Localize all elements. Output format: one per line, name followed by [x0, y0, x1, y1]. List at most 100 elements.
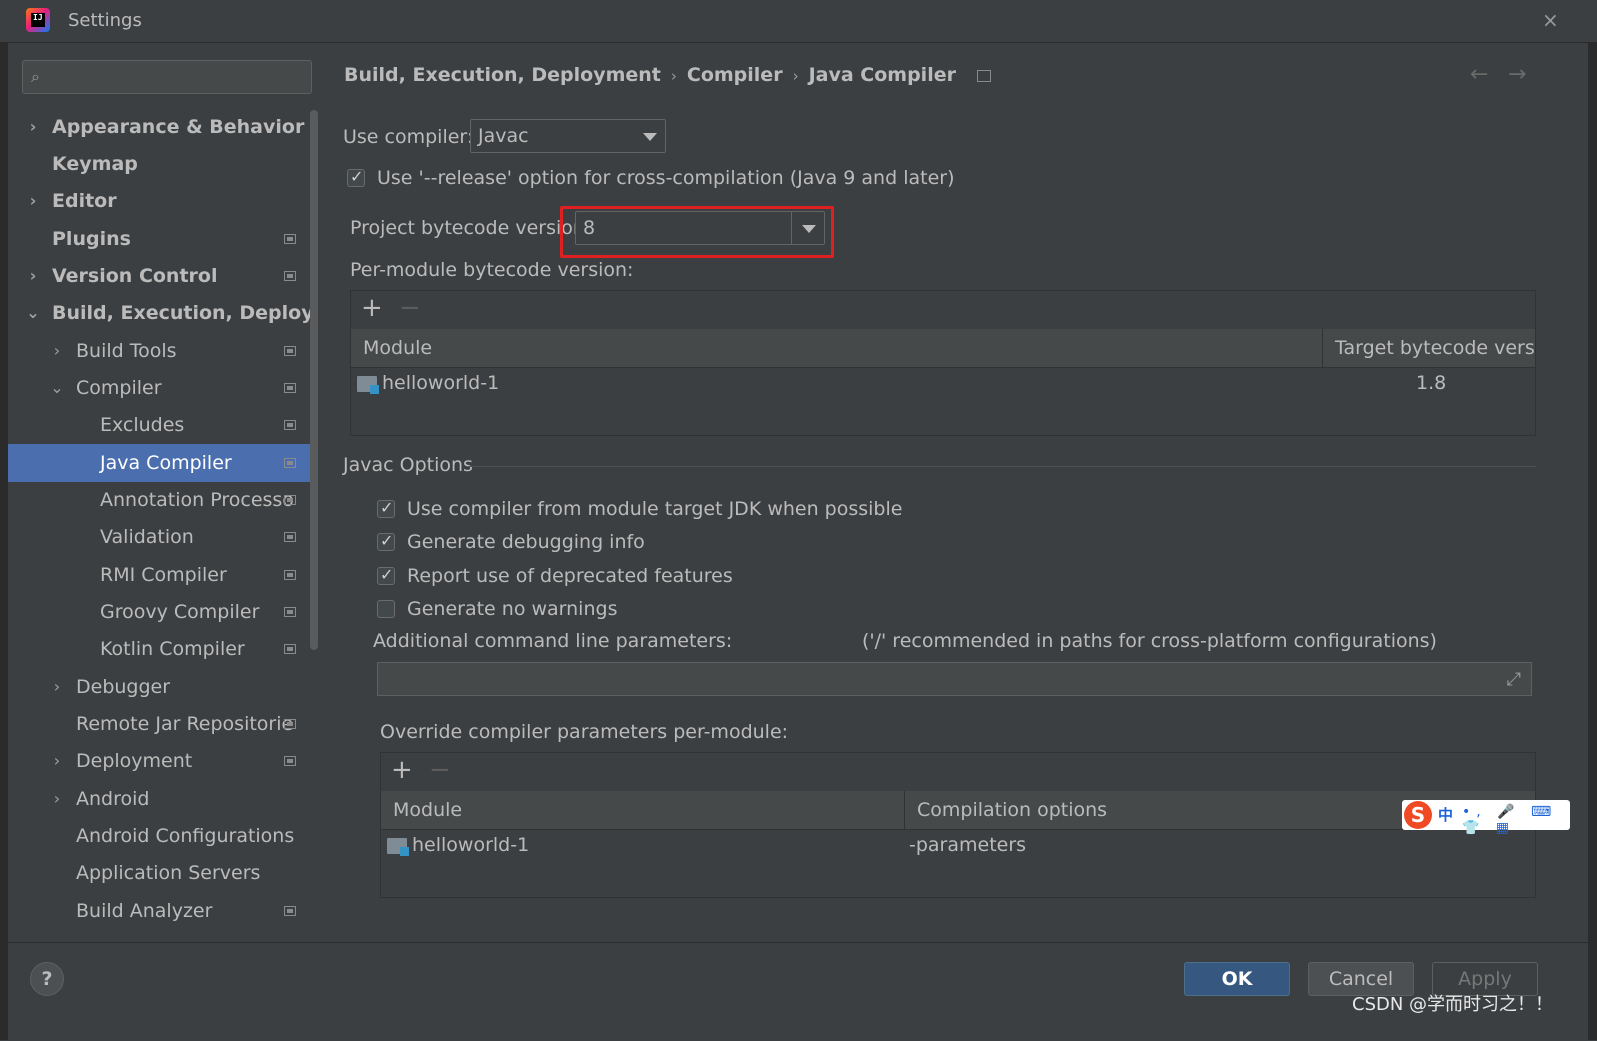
project-settings-icon	[284, 756, 296, 766]
sidebar-item-keymap[interactable]: Keymap	[8, 145, 312, 183]
chevron-down-icon[interactable]: ⌄	[26, 294, 40, 332]
sidebar-item-label: Java Compiler	[100, 452, 232, 474]
option-label: Report use of deprecated features	[407, 565, 733, 587]
use-compiler-dropdown[interactable]: Javac	[470, 119, 666, 153]
sidebar-item-appearance[interactable]: › Appearance & Behavior	[8, 108, 312, 146]
sidebar-item-rmi-compiler[interactable]: RMI Compiler	[8, 556, 312, 594]
sidebar-item-label: Excludes	[100, 414, 185, 436]
sidebar-item-compiler[interactable]: ⌄ Compiler	[8, 369, 312, 407]
background-window-edge-right	[1588, 42, 1597, 1040]
close-icon[interactable]: ×	[1542, 8, 1559, 32]
option-checkbox[interactable]	[377, 565, 395, 585]
sidebar-item-remote-jar-repositories[interactable]: Remote Jar Repositorie	[8, 705, 312, 743]
module-folder-icon	[387, 838, 409, 856]
table-row[interactable]: helloworld-1 1.8	[351, 368, 1535, 402]
option-checkbox[interactable]	[377, 498, 395, 518]
release-option-checkbox[interactable]	[347, 167, 365, 187]
breadcrumb: Build, Execution, Deployment › Compiler › Ja…	[344, 64, 991, 86]
chevron-right-icon[interactable]: ›	[50, 742, 64, 780]
forward-arrow-icon[interactable]: →	[1508, 62, 1526, 87]
help-button[interactable]: ?	[30, 962, 64, 996]
project-settings-icon	[284, 346, 296, 356]
sidebar-item-label: Groovy Compiler	[100, 601, 260, 623]
sidebar-item-label: Kotlin Compiler	[100, 638, 245, 660]
sidebar-item-label: Build Tools	[76, 340, 177, 362]
project-settings-icon	[284, 271, 296, 281]
sidebar-item-build-execution[interactable]: ⌄ Build, Execution, Deployme	[8, 294, 312, 332]
sidebar-item-build-tools[interactable]: › Build Tools	[8, 332, 312, 370]
sidebar-item-label: Validation	[100, 526, 194, 548]
sidebar-item-version-control[interactable]: › Version Control	[8, 257, 312, 295]
table-toolbar: + −	[351, 291, 1535, 330]
option-checkbox[interactable]	[377, 600, 395, 618]
chevron-right-icon[interactable]: ›	[50, 332, 64, 370]
option-checkbox[interactable]	[377, 531, 395, 551]
sidebar-item-label: Debugger	[76, 676, 171, 698]
column-header-module[interactable]: Module	[381, 791, 905, 829]
sidebar-item-label: Deployment	[76, 750, 193, 772]
table-row[interactable]: helloworld-1 -parameters	[381, 830, 1535, 864]
override-params-table: + − Module Compilation options helloworl…	[380, 752, 1536, 898]
chevron-right-icon[interactable]: ›	[50, 780, 64, 818]
table-header: Module Target bytecode versi...	[351, 329, 1535, 368]
project-settings-icon	[976, 69, 991, 82]
module-name: helloworld-1	[382, 372, 500, 394]
column-header-module[interactable]: Module	[351, 329, 1323, 367]
remove-icon: −	[399, 293, 421, 323]
sidebar-item-android-configurations[interactable]: Android Configurations	[8, 817, 312, 855]
highlight-annotation-box	[560, 206, 834, 258]
sidebar-item-editor[interactable]: › Editor	[8, 182, 312, 220]
sidebar-item-excludes[interactable]: Excludes	[8, 406, 312, 444]
sidebar-item-plugins[interactable]: Plugins	[8, 220, 312, 258]
sidebar-item-application-servers[interactable]: Application Servers	[8, 854, 312, 892]
project-settings-icon	[284, 570, 296, 580]
expand-icon[interactable]: ⤢	[1507, 669, 1521, 690]
sidebar-item-deployment[interactable]: › Deployment	[8, 742, 312, 780]
chevron-right-icon[interactable]: ›	[26, 257, 40, 295]
sidebar-scrollbar[interactable]	[310, 110, 318, 650]
sidebar-item-label: Version Control	[52, 265, 218, 287]
additional-params-input[interactable]: ⤢	[377, 662, 1532, 696]
sidebar-item-kotlin-compiler[interactable]: Kotlin Compiler	[8, 630, 312, 668]
ime-language-indicator[interactable]: 中	[1438, 804, 1453, 825]
sidebar-item-label: Appearance & Behavior	[52, 116, 305, 138]
settings-search-input[interactable]: ⌕	[22, 60, 312, 94]
chevron-right-icon[interactable]: ›	[26, 182, 40, 220]
sidebar-item-build-analyzer[interactable]: Build Analyzer	[8, 892, 312, 930]
use-compiler-value: Javac	[478, 125, 529, 147]
breadcrumb-item[interactable]: Build, Execution, Deployment	[344, 64, 661, 86]
remove-icon: −	[429, 755, 451, 785]
sidebar-item-label: Android Configurations	[76, 825, 295, 847]
chevron-right-icon[interactable]: ›	[50, 668, 64, 706]
sidebar-item-debugger[interactable]: › Debugger	[8, 668, 312, 706]
sidebar-item-annotation-processors[interactable]: Annotation Processo	[8, 481, 312, 519]
sidebar-item-label: Plugins	[52, 228, 131, 250]
ok-button[interactable]: OK	[1184, 962, 1290, 996]
chevron-down-icon[interactable]: ⌄	[50, 369, 64, 407]
add-icon[interactable]: +	[361, 293, 383, 323]
per-module-bytecode-table: + − Module Target bytecode versi... hell…	[350, 290, 1536, 436]
column-header-target[interactable]: Target bytecode versi...	[1323, 329, 1535, 367]
sidebar-item-label: Build Analyzer	[76, 900, 213, 922]
sidebar-item-java-compiler[interactable]: Java Compiler	[8, 444, 312, 482]
project-settings-icon	[284, 906, 296, 916]
project-settings-icon	[284, 495, 296, 505]
project-settings-icon	[284, 383, 296, 393]
project-settings-icon	[284, 532, 296, 542]
back-arrow-icon[interactable]: ←	[1470, 62, 1488, 87]
ime-tool-icons[interactable]: •, 🎤 ⌨ 👕 ▦	[1462, 804, 1570, 836]
ime-toolbar[interactable]: S 中 •, 🎤 ⌨ 👕 ▦	[1402, 800, 1570, 836]
sidebar-item-validation[interactable]: Validation	[8, 518, 312, 556]
sidebar-item-label: Editor	[52, 190, 117, 212]
per-module-bytecode-label: Per-module bytecode version:	[350, 259, 634, 281]
module-folder-icon	[357, 376, 379, 394]
csdn-watermark: CSDN @学而时习之！！	[1352, 994, 1554, 1015]
chevron-right-icon[interactable]: ›	[26, 108, 40, 146]
sidebar-item-android[interactable]: › Android	[8, 780, 312, 818]
sidebar-item-groovy-compiler[interactable]: Groovy Compiler	[8, 593, 312, 631]
section-divider	[468, 466, 1536, 467]
sidebar-item-label: Remote Jar Repositorie	[76, 713, 294, 735]
add-icon[interactable]: +	[391, 755, 413, 785]
breadcrumb-item[interactable]: Compiler	[687, 64, 783, 86]
compilation-options-value: -parameters	[909, 834, 1027, 856]
